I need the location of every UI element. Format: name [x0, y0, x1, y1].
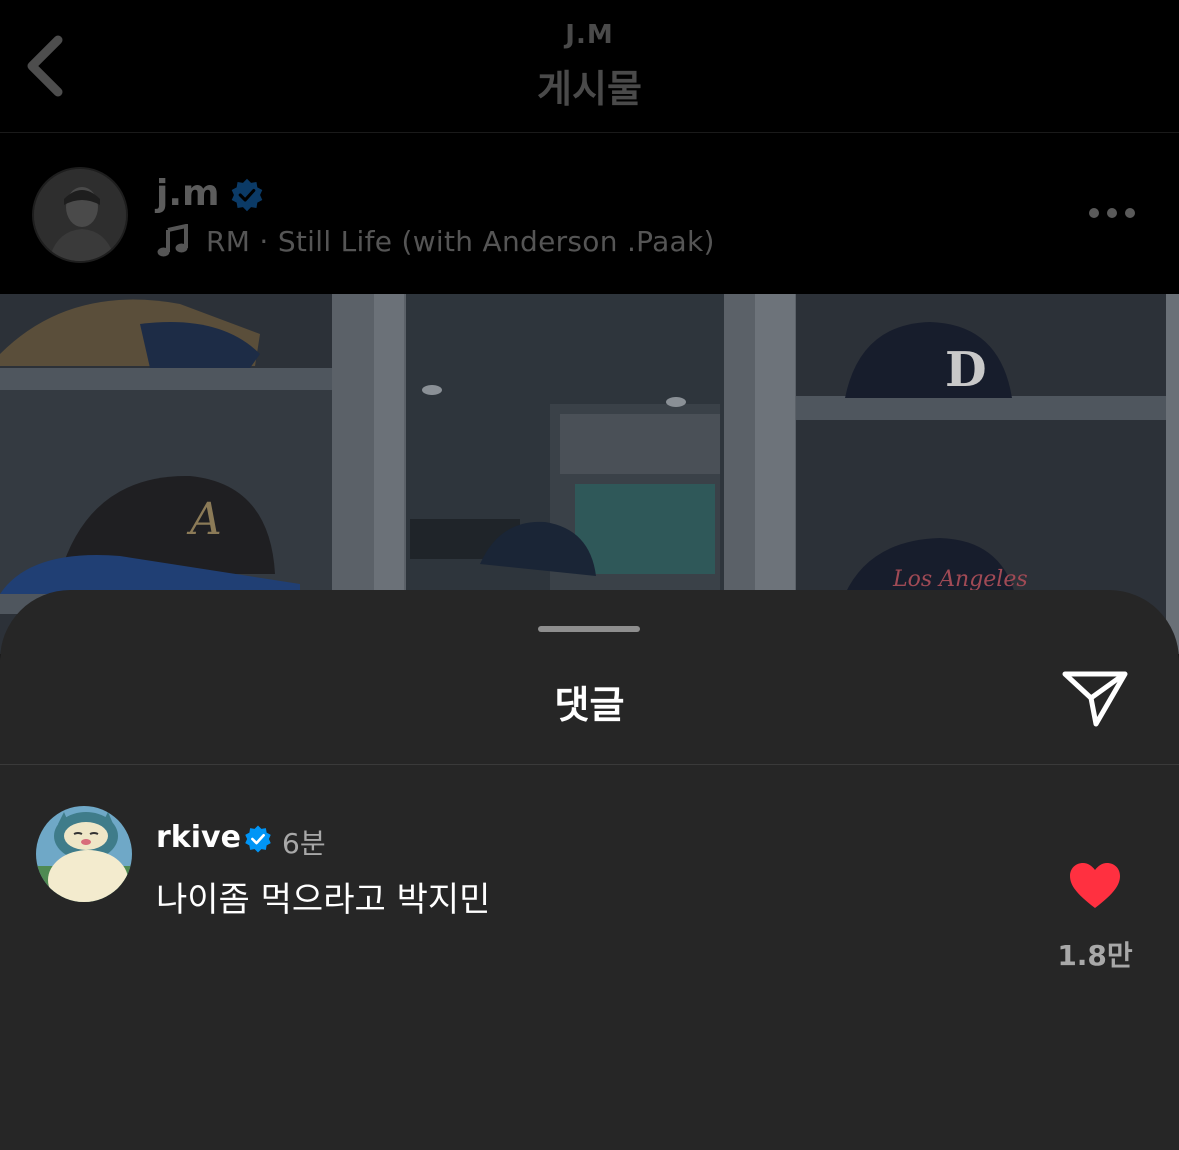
verified-badge-icon — [231, 178, 263, 212]
music-note-icon — [157, 224, 188, 257]
music-track-label: RM · Still Life (with Anderson .Paak) — [206, 224, 715, 258]
svg-text:A: A — [186, 494, 222, 545]
post-author-row: j.m RM · Still Life (with Anderson .Paak… — [0, 133, 1179, 293]
comment-item: rkive 6분 나이좀 먹으라고 박지민 1.8만 — [0, 800, 1179, 980]
page-title: 게시물 — [537, 67, 642, 111]
more-dots-icon[interactable] — [1086, 203, 1138, 223]
sheet-divider — [0, 764, 1179, 765]
comments-title: 댓글 — [554, 683, 625, 727]
sheet-drag-handle[interactable] — [538, 626, 640, 632]
like-button[interactable] — [1068, 862, 1122, 910]
commenter-username[interactable]: rkive — [156, 820, 241, 855]
comment-text: 나이좀 먹으라고 박지민 — [156, 880, 491, 920]
like-count: 1.8만 — [1057, 939, 1133, 972]
header-subtitle: J.M — [565, 20, 614, 50]
comment-timestamp: 6분 — [282, 827, 326, 860]
heart-icon — [1070, 863, 1120, 908]
snorlax-avatar-image — [36, 806, 132, 902]
commenter-avatar[interactable] — [36, 806, 132, 902]
svg-text:D: D — [945, 342, 987, 398]
verified-badge-icon — [245, 825, 271, 853]
top-header: J.M 게시물 — [0, 0, 1179, 133]
comments-sheet: 댓글 rkive 6분 나이좀 먹으라고 박지민 1.8만 — [0, 590, 1179, 1150]
svg-text:Los Angeles: Los Angeles — [892, 567, 1028, 592]
avatar-photo — [34, 169, 126, 261]
share-button[interactable] — [1060, 666, 1130, 730]
send-share-icon — [1062, 671, 1128, 727]
author-username[interactable]: j.m — [156, 173, 220, 214]
author-avatar[interactable] — [32, 167, 128, 263]
music-link[interactable]: RM · Still Life (with Anderson .Paak) — [156, 223, 715, 259]
